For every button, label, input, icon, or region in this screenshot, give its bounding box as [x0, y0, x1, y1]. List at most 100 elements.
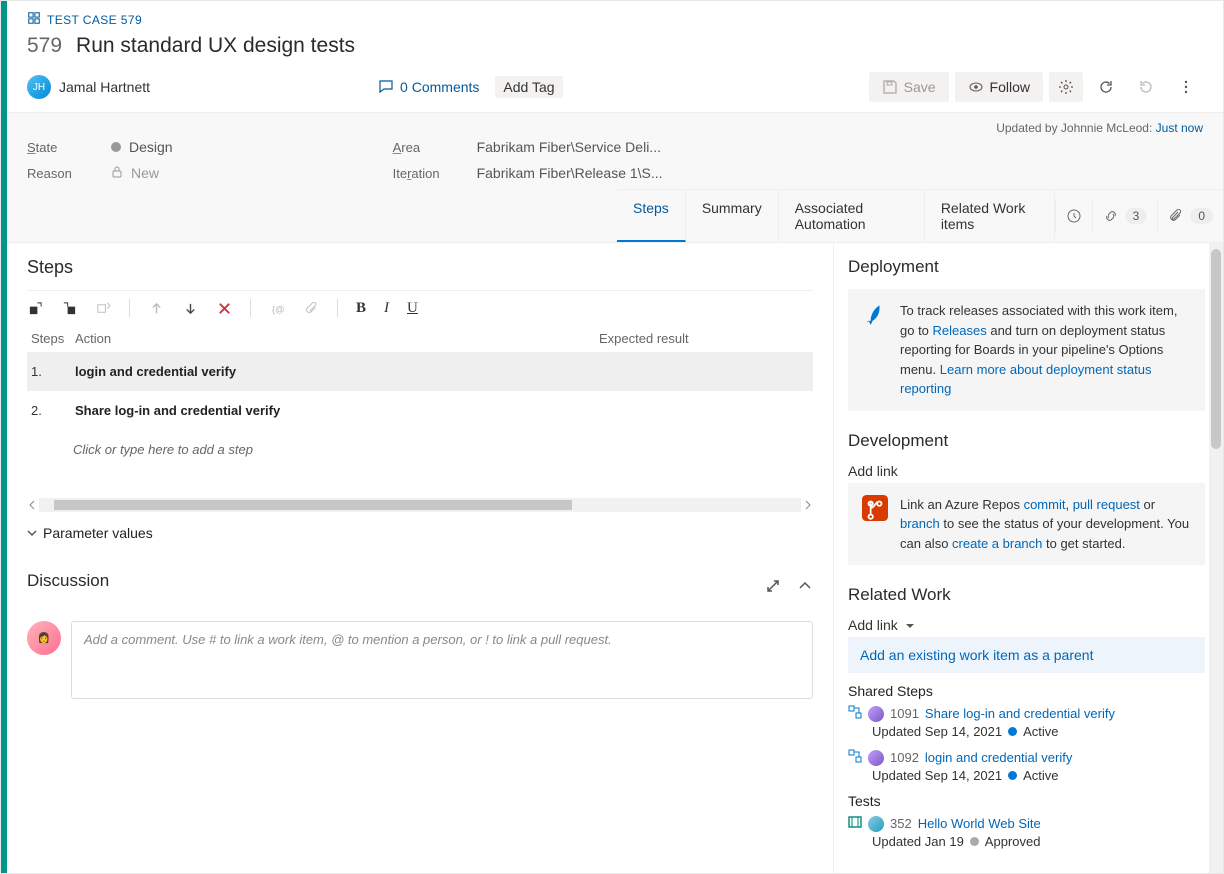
attachment-icon — [1168, 208, 1184, 224]
expand-icon[interactable] — [765, 578, 781, 597]
steps-toolbar: {@} B I U — [27, 290, 813, 325]
settings-button[interactable] — [1049, 72, 1083, 102]
assignee-avatar[interactable]: JH — [27, 75, 51, 99]
insert-shared-step-icon[interactable] — [61, 300, 77, 316]
col-expected-header: Expected result — [599, 331, 809, 346]
follow-button[interactable]: Follow — [955, 72, 1043, 102]
state-dot-icon — [111, 142, 121, 152]
area-label: Area — [393, 140, 453, 155]
testcase-icon — [27, 11, 41, 28]
gear-icon — [1058, 79, 1074, 95]
undo-icon — [1138, 79, 1154, 95]
shared-steps-heading: Shared Steps — [848, 683, 1205, 699]
tab-steps[interactable]: Steps — [617, 190, 686, 242]
bold-button[interactable]: B — [356, 300, 366, 317]
shared-steps-icon — [848, 705, 862, 722]
status-dot-icon — [970, 837, 979, 846]
branch-icon — [862, 495, 888, 554]
pull-request-link[interactable]: pull request — [1073, 497, 1140, 512]
comments-link[interactable]: 0 Comments — [378, 79, 479, 95]
branch-link[interactable]: branch — [900, 516, 940, 531]
insert-step-icon[interactable] — [27, 300, 43, 316]
related-item-avatar — [868, 816, 884, 832]
dev-add-link[interactable]: Add link — [848, 463, 1205, 479]
collapse-up-icon[interactable] — [797, 578, 813, 597]
workitem-id: 579 — [27, 34, 62, 58]
links-button[interactable]: 3 — [1092, 200, 1158, 232]
related-add-link[interactable]: Add link — [848, 617, 1205, 633]
col-steps-header: Steps — [31, 331, 71, 346]
delete-step-icon[interactable] — [216, 300, 232, 316]
assignee-name[interactable]: Jamal Hartnett — [59, 79, 150, 95]
steps-table: Steps Action Expected result 1. login an… — [27, 325, 813, 467]
create-branch-link[interactable]: create a branch — [952, 536, 1042, 551]
move-up-icon — [148, 300, 164, 316]
add-step-placeholder[interactable]: Click or type here to add a step — [27, 430, 813, 467]
related-item[interactable]: 352 Hello World Web Site — [848, 815, 1205, 832]
comment-input[interactable]: Add a comment. Use # to link a work item… — [71, 621, 813, 699]
development-title: Development — [848, 431, 1205, 451]
chevron-down-icon — [27, 528, 37, 538]
commit-link[interactable]: commit — [1024, 497, 1066, 512]
tab-associated-automation[interactable]: Associated Automation — [779, 190, 925, 242]
tab-summary[interactable]: Summary — [686, 190, 779, 242]
outdent-icon — [95, 300, 111, 316]
deployment-info: To track releases associated with this w… — [848, 289, 1205, 411]
workitem-type-label: TEST CASE 579 — [47, 13, 142, 27]
related-item-avatar — [868, 706, 884, 722]
save-icon — [882, 79, 898, 95]
scroll-left-icon[interactable] — [27, 498, 37, 513]
link-icon — [1103, 208, 1119, 224]
related-item-avatar — [868, 750, 884, 766]
attachments-button[interactable]: 0 — [1157, 200, 1223, 232]
refresh-button[interactable] — [1089, 72, 1123, 102]
undo-button[interactable] — [1129, 72, 1163, 102]
releases-link[interactable]: Releases — [933, 323, 987, 338]
related-item[interactable]: 1091 Share log-in and credential verify — [848, 705, 1205, 722]
state-label: State — [27, 140, 87, 155]
development-info: Link an Azure Repos commit, pull request… — [848, 483, 1205, 566]
last-updated: Updated by Johnnie McLeod: Just now — [27, 121, 1203, 135]
workitem-title[interactable]: Run standard UX design tests — [76, 34, 355, 58]
add-tag-button[interactable]: Add Tag — [495, 76, 562, 98]
shared-steps-icon — [848, 749, 862, 766]
tab-related-work-items[interactable]: Related Work items — [925, 190, 1055, 242]
related-item-subtext: Updated Jan 19Approved — [872, 834, 1205, 849]
related-work-title: Related Work — [848, 585, 1205, 605]
col-action-header: Action — [71, 331, 599, 346]
iteration-label: Iteration — [393, 166, 453, 181]
workitem-type-badge: TEST CASE 579 — [27, 11, 1203, 28]
param-icon: {@} — [269, 300, 285, 316]
step-row[interactable]: 2. Share log-in and credential verify — [27, 391, 813, 430]
more-actions-button[interactable] — [1169, 72, 1203, 102]
more-vertical-icon — [1178, 79, 1194, 95]
status-dot-icon — [1008, 727, 1017, 736]
vertical-scrollbar[interactable] — [1209, 243, 1223, 873]
related-item-link[interactable]: login and credential verify — [925, 750, 1072, 765]
iteration-value[interactable]: Fabrikam Fiber\Release 1\S... — [477, 165, 663, 181]
area-value[interactable]: Fabrikam Fiber\Service Deli... — [477, 139, 661, 155]
move-down-icon[interactable] — [182, 300, 198, 316]
steps-section-title: Steps — [27, 257, 813, 278]
deployment-title: Deployment — [848, 257, 1205, 277]
status-dot-icon — [1008, 771, 1017, 780]
attach-step-icon — [303, 300, 319, 316]
related-item[interactable]: 1092 login and credential verify — [848, 749, 1205, 766]
state-value[interactable]: Design — [111, 139, 173, 155]
history-button[interactable] — [1055, 200, 1092, 232]
related-item-link[interactable]: Share log-in and credential verify — [925, 706, 1115, 721]
related-item-subtext: Updated Sep 14, 2021Active — [872, 768, 1205, 783]
parameter-values-toggle[interactable]: Parameter values — [27, 525, 813, 541]
eye-icon — [968, 79, 984, 95]
comment-icon — [378, 79, 394, 95]
reason-value[interactable]: New — [111, 165, 159, 181]
scroll-right-icon[interactable] — [803, 498, 813, 513]
horizontal-scrollbar[interactable] — [27, 497, 813, 513]
discussion-title: Discussion — [27, 571, 109, 591]
add-parent-suggestion[interactable]: Add an existing work item as a parent — [848, 637, 1205, 673]
step-row[interactable]: 1. login and credential verify — [27, 352, 813, 391]
underline-button[interactable]: U — [407, 300, 418, 317]
italic-button[interactable]: I — [384, 300, 389, 317]
related-item-link[interactable]: Hello World Web Site — [918, 816, 1041, 831]
related-item-subtext: Updated Sep 14, 2021Active — [872, 724, 1205, 739]
